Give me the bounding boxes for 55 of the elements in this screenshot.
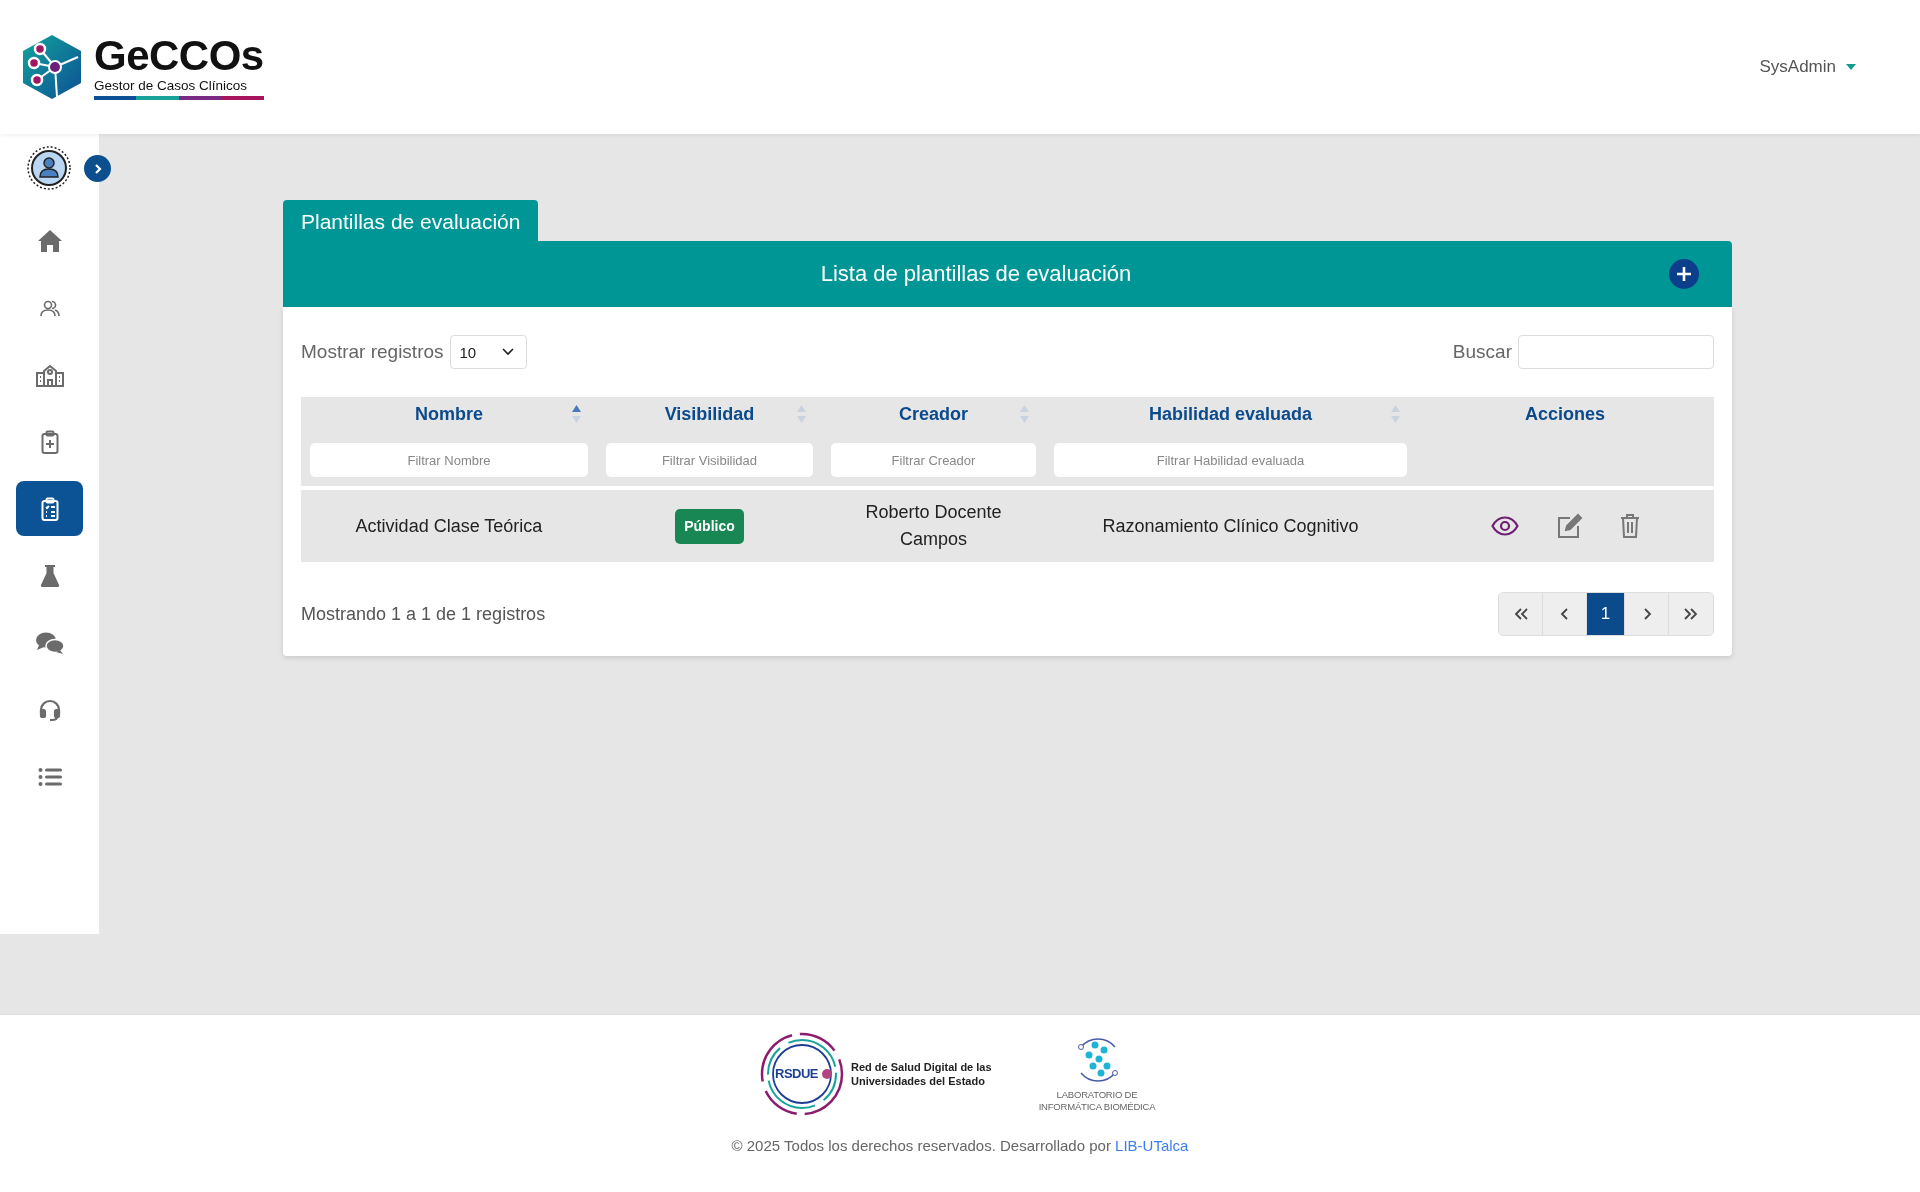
- network-logo-mark: RSDUE: [775, 1066, 818, 1081]
- view-icon[interactable]: [1490, 516, 1519, 536]
- developer-link[interactable]: LIB-UTalca: [1115, 1137, 1189, 1154]
- app-logo-title: GeCCOs: [94, 34, 264, 77]
- column-header: Acciones: [1524, 403, 1605, 425]
- copyright-text: © 2025 Todos los derechos reservados. Desarrollado por LIB-UTalca: [731, 1137, 1189, 1154]
- card-title: Lista de plantillas de evaluación: [819, 261, 1133, 287]
- user-menu[interactable]: SysAdmin: [1755, 53, 1860, 81]
- partner-name: LABORATORIO DE INFORMÁTICA BIOMÉDICA: [1037, 1089, 1157, 1113]
- column-header[interactable]: Creador: [899, 403, 968, 425]
- column-header[interactable]: Nombre: [415, 403, 483, 425]
- search-field[interactable]: [1518, 335, 1714, 369]
- column-filter-field[interactable]: Filtrar Creador: [831, 443, 1036, 477]
- chevron-down-icon: [501, 348, 514, 356]
- table-cell-text: Razonamiento Clínico Cognitivo: [1102, 514, 1359, 538]
- page-button[interactable]: 1: [1587, 593, 1625, 635]
- checklist-clipboard-icon: [40, 496, 59, 521]
- double-chevron-right-icon: [1683, 607, 1699, 621]
- flask-icon: [39, 563, 60, 588]
- delete-icon[interactable]: [1619, 513, 1640, 539]
- visibility-badge: Público: [675, 508, 744, 544]
- logo-icon: [20, 33, 84, 101]
- column-header[interactable]: Habilidad evaluada: [1148, 403, 1313, 425]
- network-logo-icon: [759, 1031, 845, 1117]
- list-icon: [37, 766, 62, 787]
- section-tab[interactable]: Plantillas de evaluación: [283, 200, 539, 241]
- medical-clipboard-icon: [40, 429, 59, 454]
- add-button[interactable]: [1669, 259, 1699, 289]
- headset-icon: [37, 697, 62, 722]
- sort-icon[interactable]: [572, 405, 581, 423]
- expand-sidebar-button[interactable]: [84, 155, 111, 182]
- chat-bubbles-icon: [34, 630, 65, 655]
- column-header[interactable]: Visibilidad: [664, 403, 755, 425]
- school-building-icon: [34, 362, 65, 387]
- chevron-right-icon: [92, 162, 103, 175]
- column-filter-field[interactable]: Filtrar Habilidad evaluada: [1054, 443, 1407, 477]
- plus-icon: [1676, 266, 1692, 282]
- page-length-select[interactable]: 10: [449, 335, 527, 369]
- column-filter-field[interactable]: Filtrar Nombre: [310, 443, 588, 477]
- edit-icon[interactable]: [1555, 512, 1583, 540]
- table-info: Mostrando 1 a 1 de 1 registros: [301, 603, 546, 625]
- table-cell-text: Roberto Docente Campos: [864, 501, 1003, 551]
- avatar-icon[interactable]: [27, 146, 71, 190]
- search-label: Buscar: [1452, 341, 1512, 363]
- app-logo-subtitle: Gestor de Casos Clínicos: [94, 77, 249, 93]
- column-filter-field[interactable]: Filtrar Visibilidad: [606, 443, 813, 477]
- first-page-button[interactable]: [1499, 593, 1543, 635]
- page-length-label: Mostrar registros: [301, 341, 444, 363]
- users-icon: [39, 298, 60, 317]
- double-chevron-left-icon: [1512, 607, 1529, 621]
- table-cell-text: Actividad Clase Teórica: [355, 514, 543, 538]
- sidebar-nav-button[interactable]: [16, 481, 83, 536]
- partner-name: Red de Salud Digital de las Universidades del Estado: [851, 1060, 993, 1088]
- home-icon: [36, 228, 63, 253]
- caret-icon: [1846, 64, 1856, 70]
